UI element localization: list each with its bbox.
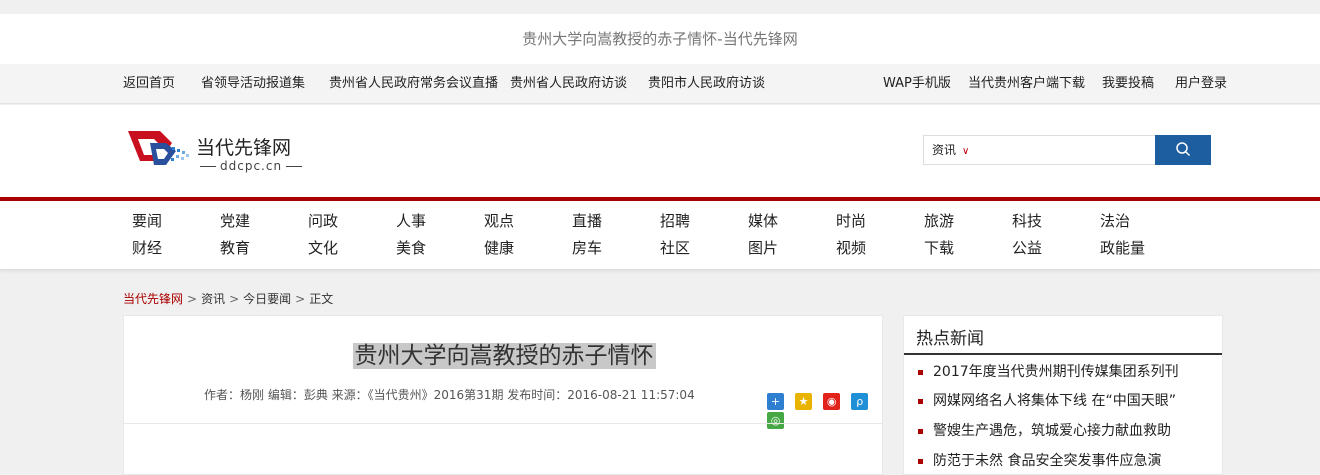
- category-link[interactable]: 视频: [836, 237, 866, 258]
- breadcrumb-current: 正文: [309, 292, 334, 306]
- logo-mark-icon: [128, 131, 189, 165]
- hot-news-item[interactable]: 网媒网络名人将集体下线 在“中国天眼”: [918, 390, 1176, 410]
- category-link[interactable]: 法治: [1100, 210, 1130, 231]
- wechat-icon[interactable]: ◎: [767, 412, 784, 429]
- category-link[interactable]: 教育: [220, 237, 250, 258]
- top-nav: 返回首页 省领导活动报道集 贵州省人民政府常务会议直播 贵州省人民政府访谈 贵阳…: [0, 64, 1320, 104]
- category-link[interactable]: 科技: [1012, 210, 1042, 231]
- site-header: 当代先锋网 ddcpc.cn 资讯 ∨: [0, 105, 1320, 197]
- hot-news-panel: 热点新闻 2017年度当代贵州期刊传媒集团系列刊 网媒网络名人将集体下线 在“中…: [903, 315, 1223, 475]
- category-link[interactable]: 房车: [572, 237, 602, 258]
- topnav-submit-link[interactable]: 我要投稿: [1102, 64, 1154, 104]
- tencent-weibo-icon[interactable]: ρ: [851, 393, 869, 410]
- breadcrumb-today-link[interactable]: 今日要闻: [243, 292, 291, 306]
- article-title-wrap: 贵州大学向嵩教授的赤子情怀: [124, 336, 884, 370]
- hot-news-item-text: 2017年度当代贵州期刊传媒集团系列刊: [933, 364, 1179, 380]
- category-link[interactable]: 招聘: [660, 210, 690, 231]
- search-box: 资讯 ∨: [923, 135, 1156, 165]
- hot-news-title: 热点新闻: [916, 329, 984, 349]
- hot-news-underline: [904, 353, 1222, 355]
- search-input[interactable]: [984, 138, 1149, 162]
- share-more-icon[interactable]: +: [767, 393, 784, 410]
- category-link[interactable]: 财经: [132, 237, 162, 258]
- category-link[interactable]: 要闻: [132, 210, 162, 231]
- category-link[interactable]: 党建: [220, 210, 250, 231]
- category-link[interactable]: 人事: [396, 210, 426, 231]
- breadcrumb-separator: >: [229, 292, 240, 306]
- topnav-city-interview-link[interactable]: 贵阳市人民政府访谈: [648, 64, 765, 104]
- search-scope-select[interactable]: 资讯 ∨: [932, 136, 969, 166]
- article-panel: 贵州大学向嵩教授的赤子情怀 作者：杨刚 编辑：彭典 来源：《当代贵州》2016第…: [123, 315, 883, 475]
- category-link[interactable]: 问政: [308, 210, 338, 231]
- category-link[interactable]: 图片: [748, 237, 778, 258]
- page-title: 贵州大学向嵩教授的赤子情怀-当代先锋网: [522, 30, 798, 48]
- category-link[interactable]: 媒体: [748, 210, 778, 231]
- topnav-wap-link[interactable]: WAP手机版: [883, 64, 951, 104]
- chevron-down-icon: ∨: [962, 146, 970, 157]
- category-nav: 要闻 党建 问政 人事 观点 直播 招聘 媒体 时尚 旅游 科技 法治 财经 教…: [0, 201, 1320, 270]
- logo-domain: ddcpc.cn: [196, 159, 306, 173]
- topnav-login-link[interactable]: 用户登录: [1175, 64, 1227, 104]
- topnav-leaders-link[interactable]: 省领导活动报道集: [201, 64, 305, 104]
- breadcrumb-separator: >: [187, 292, 198, 306]
- search-scope-label: 资讯: [932, 143, 957, 157]
- bullet-icon: [918, 428, 923, 434]
- breadcrumb-news-link[interactable]: 资讯: [201, 292, 225, 306]
- topnav-province-interview-link[interactable]: 贵州省人民政府访谈: [510, 64, 627, 104]
- site-logo[interactable]: 当代先锋网 ddcpc.cn: [126, 125, 326, 175]
- breadcrumb: 当代先锋网 > 资讯 > 今日要闻 > 正文: [123, 290, 333, 307]
- share-bar: + ★ ◉ ρ ◎: [767, 393, 882, 429]
- hot-news-item-text: 防范于未然 食品安全突发事件应急演: [933, 453, 1162, 469]
- article-meta: 作者：杨刚 编辑：彭典 来源：《当代贵州》2016第31期 发布时间：2016-…: [204, 388, 695, 402]
- category-link[interactable]: 美食: [396, 237, 426, 258]
- topnav-meeting-live-link[interactable]: 贵州省人民政府常务会议直播: [329, 64, 498, 104]
- breadcrumb-separator: >: [295, 292, 306, 306]
- category-link[interactable]: 下载: [924, 237, 954, 258]
- search-icon: [1176, 141, 1191, 156]
- weibo-icon[interactable]: ◉: [823, 393, 841, 410]
- category-link[interactable]: 健康: [484, 237, 514, 258]
- hot-news-item[interactable]: 2017年度当代贵州期刊传媒集团系列刊: [918, 361, 1179, 381]
- article-title: 贵州大学向嵩教授的赤子情怀: [352, 343, 656, 369]
- bullet-icon: [918, 458, 923, 464]
- breadcrumb-home-link[interactable]: 当代先锋网: [123, 292, 183, 306]
- category-link[interactable]: 时尚: [836, 210, 866, 231]
- article-divider: [124, 423, 882, 424]
- category-link[interactable]: 直播: [572, 210, 602, 231]
- page-title-bar: 贵州大学向嵩教授的赤子情怀-当代先锋网: [0, 14, 1320, 64]
- category-link[interactable]: 观点: [484, 210, 514, 231]
- hot-news-item[interactable]: 防范于未然 食品安全突发事件应急演: [918, 450, 1161, 470]
- topnav-home-link[interactable]: 返回首页: [123, 64, 175, 104]
- category-link[interactable]: 文化: [308, 237, 338, 258]
- hot-news-item-text: 网媒网络名人将集体下线 在“中国天眼”: [933, 393, 1176, 409]
- search-button[interactable]: [1155, 135, 1211, 165]
- bullet-icon: [918, 369, 923, 375]
- category-link[interactable]: 社区: [660, 237, 690, 258]
- category-link[interactable]: 旅游: [924, 210, 954, 231]
- hot-news-item-text: 警嫂生产遇危，筑城爱心接力献血救助: [933, 423, 1171, 439]
- hot-news-item[interactable]: 警嫂生产遇危，筑城爱心接力献血救助: [918, 420, 1171, 440]
- topnav-app-download-link[interactable]: 当代贵州客户端下载: [968, 64, 1085, 104]
- logo-text: 当代先锋网: [196, 137, 292, 159]
- qzone-icon[interactable]: ★: [795, 393, 813, 410]
- bullet-icon: [918, 398, 923, 404]
- category-link[interactable]: 公益: [1012, 237, 1042, 258]
- category-link[interactable]: 政能量: [1100, 237, 1145, 258]
